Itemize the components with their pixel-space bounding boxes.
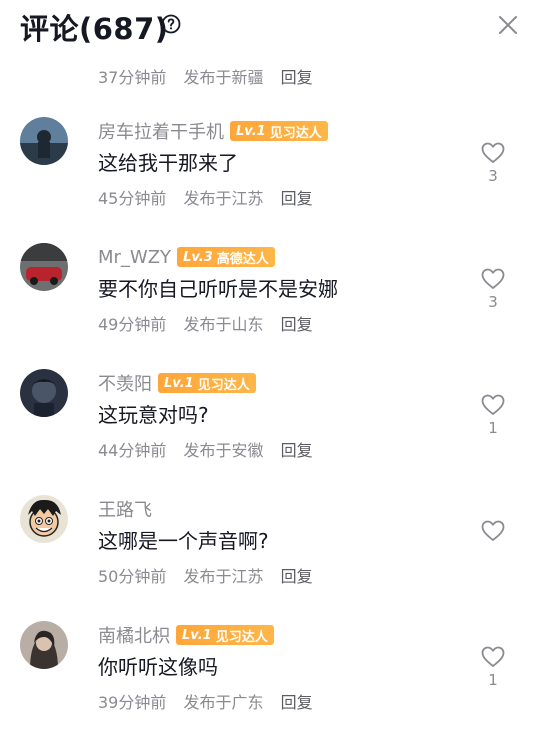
question-circle-icon[interactable] [161, 14, 181, 34]
avatar[interactable] [20, 621, 68, 669]
username-row: 房车拉着干手机 Lv.1 见习达人 [98, 119, 328, 143]
comment-meta: 44分钟前 发布于安徽 回复 [98, 437, 325, 461]
comment-location: 发布于江苏 [183, 189, 264, 208]
comments-header: 评论(687) [0, 0, 543, 50]
like-count: 1 [488, 671, 498, 689]
level-badge: Lv.1 见习达人 [176, 625, 274, 645]
heart-icon[interactable] [480, 141, 506, 165]
avatar[interactable] [20, 117, 68, 165]
comment-item: 不羡阳 Lv.1 见习达人 这玩意对吗? 44分钟前 发布于安徽 回复 1 [0, 369, 543, 495]
avatar[interactable] [20, 243, 68, 291]
username-row: 南橘北枳 Lv.1 见习达人 [98, 623, 274, 647]
comment-location: 发布于安徽 [183, 441, 264, 460]
like-count: 3 [488, 167, 498, 185]
like-count: 3 [488, 293, 498, 311]
like-control[interactable]: 1 [479, 393, 507, 437]
level-badge: Lv.1 见习达人 [158, 373, 256, 393]
badge-level: Lv.1 [182, 627, 212, 643]
username[interactable]: Mr_WZY [98, 247, 171, 268]
comment-meta: 50分钟前 发布于江苏 回复 [98, 563, 325, 587]
reply-button[interactable]: 回复 [281, 315, 313, 334]
heart-icon[interactable] [480, 645, 506, 669]
comment-item: 南橘北枳 Lv.1 见习达人 你听听这像吗 39分钟前 发布于广东 回复 1 [0, 621, 543, 747]
reply-button[interactable]: 回复 [281, 189, 313, 208]
username[interactable]: 南橘北枳 [98, 622, 170, 648]
heart-icon[interactable] [480, 267, 506, 291]
badge-level: Lv.3 [183, 249, 213, 265]
like-control[interactable]: 3 [479, 141, 507, 185]
comment-text: 你听听这像吗 [98, 655, 218, 679]
heart-icon[interactable] [480, 519, 506, 543]
comment-time: 50分钟前 [98, 567, 167, 586]
comment-time: 45分钟前 [98, 189, 167, 208]
reply-button[interactable]: 回复 [281, 68, 313, 87]
username-row: 不羡阳 Lv.1 见习达人 [98, 371, 256, 395]
comment-location: 发布于广东 [183, 693, 264, 712]
comment-text: 这哪是一个声音啊? [98, 529, 269, 553]
username-row: 王路飞 [98, 497, 158, 521]
badge-title: 见习达人 [197, 377, 250, 393]
comment-item: 王路飞 这哪是一个声音啊? 50分钟前 发布于江苏 回复 [0, 495, 543, 621]
previous-comment-meta: 37分钟前 发布于新疆 回复 [98, 64, 325, 88]
badge-level: Lv.1 [236, 123, 266, 139]
reply-button[interactable]: 回复 [281, 441, 313, 460]
reply-button[interactable]: 回复 [281, 567, 313, 586]
heart-icon[interactable] [480, 393, 506, 417]
comment-meta: 39分钟前 发布于广东 回复 [98, 689, 325, 713]
avatar[interactable] [20, 495, 68, 543]
username[interactable]: 不羡阳 [98, 370, 152, 396]
comment-item: 房车拉着干手机 Lv.1 见习达人 这给我干那来了 45分钟前 发布于江苏 回复… [0, 117, 543, 243]
comment-meta: 49分钟前 发布于山东 回复 [98, 311, 325, 335]
comment-text: 这给我干那来了 [98, 151, 238, 175]
like-count: 1 [488, 419, 498, 437]
level-badge: Lv.1 见习达人 [230, 121, 328, 141]
avatar[interactable] [20, 369, 68, 417]
comment-item: Mr_WZY Lv.3 高德达人 要不你自己听听是不是安娜 49分钟前 发布于山… [0, 243, 543, 369]
comments-title: 评论(687) [20, 12, 169, 46]
comment-time: 44分钟前 [98, 441, 167, 460]
comment-time: 37分钟前 [98, 68, 167, 87]
comment-location: 发布于山东 [183, 315, 264, 334]
reply-button[interactable]: 回复 [281, 693, 313, 712]
close-icon[interactable] [496, 13, 520, 37]
comment-time: 39分钟前 [98, 693, 167, 712]
comment-time: 49分钟前 [98, 315, 167, 334]
like-control[interactable]: 1 [479, 645, 507, 689]
badge-title: 见习达人 [215, 629, 268, 645]
comment-text: 要不你自己听听是不是安娜 [98, 277, 338, 301]
comment-location: 发布于江苏 [183, 567, 264, 586]
comment-text: 这玩意对吗? [98, 403, 209, 427]
comment-meta: 45分钟前 发布于江苏 回复 [98, 185, 325, 209]
like-control[interactable] [479, 519, 507, 543]
username[interactable]: 王路飞 [98, 496, 152, 522]
comment-location: 发布于新疆 [183, 68, 264, 87]
username[interactable]: 房车拉着干手机 [98, 118, 224, 144]
badge-title: 见习达人 [269, 125, 322, 141]
username-row: Mr_WZY Lv.3 高德达人 [98, 245, 275, 269]
badge-level: Lv.1 [164, 375, 194, 391]
like-control[interactable]: 3 [479, 267, 507, 311]
badge-title: 高德达人 [216, 251, 269, 267]
level-badge: Lv.3 高德达人 [177, 247, 275, 267]
